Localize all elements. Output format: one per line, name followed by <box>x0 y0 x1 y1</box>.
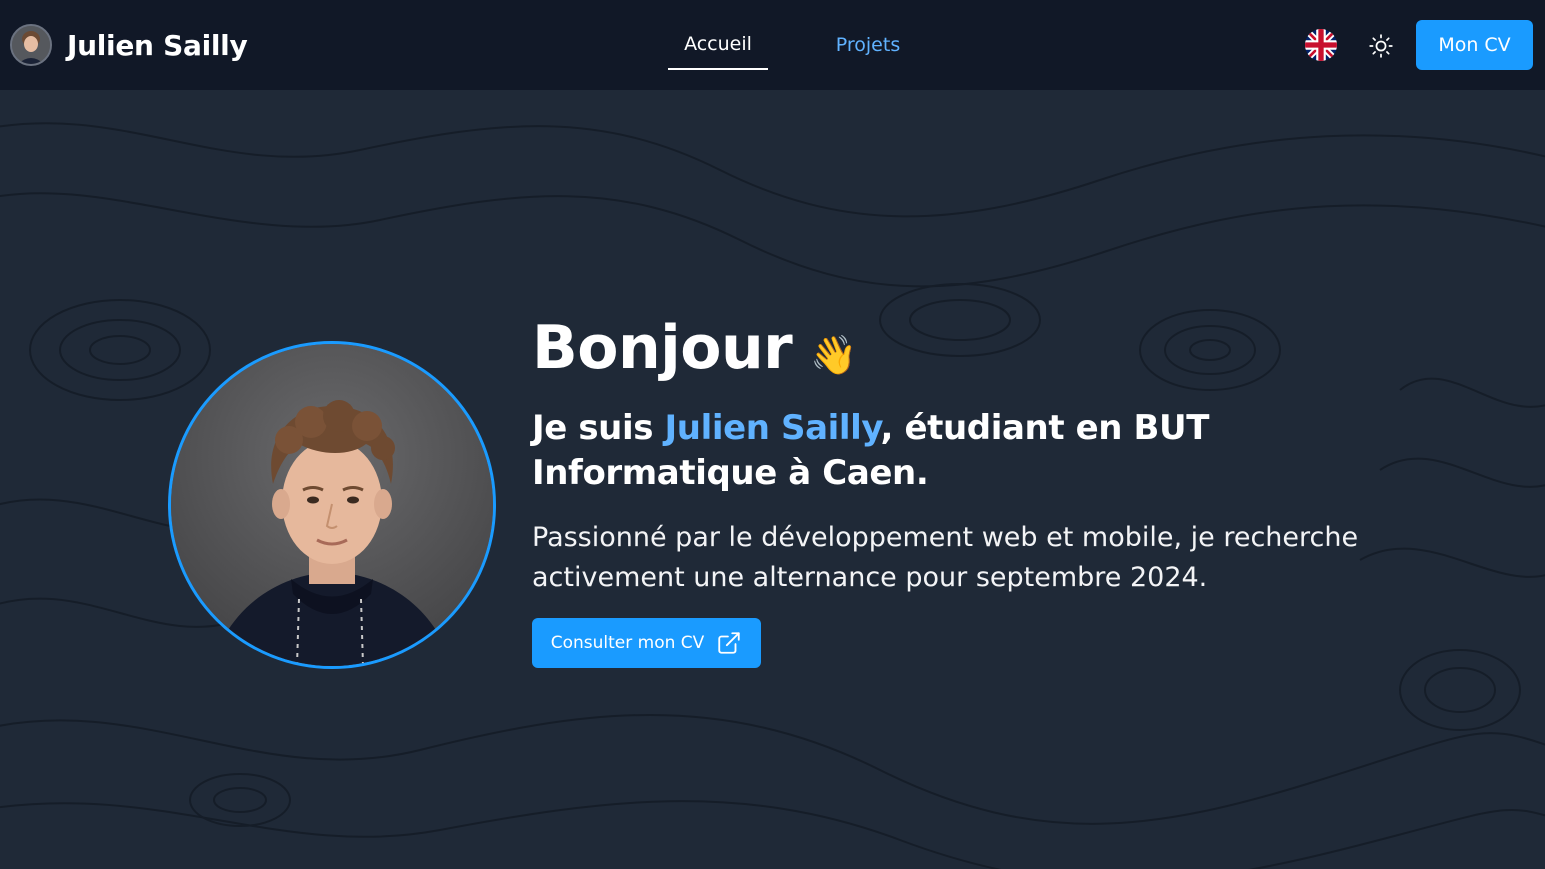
top-navbar: Julien Sailly Accueil Projets Mon CV <box>0 0 1545 90</box>
main-nav: Accueil Projets <box>668 20 918 70</box>
avatar <box>10 24 52 66</box>
mon-cv-button[interactable]: Mon CV <box>1416 20 1533 70</box>
intro-heading: Je suis Julien Sailly, étudiant en BUT I… <box>532 406 1252 496</box>
hero-description: Passionné par le développement web et mo… <box>532 522 1359 593</box>
sun-icon[interactable] <box>1366 31 1396 61</box>
hero-section: Bonjour 👋 Je suis Julien Sailly, étudian… <box>532 300 1432 668</box>
waving-hand-icon: 👋 <box>810 333 858 377</box>
external-link-icon <box>716 630 742 656</box>
nav-item-projets[interactable]: Projets <box>818 20 918 70</box>
greeting-text: Bonjour <box>532 313 793 383</box>
intro-prefix: Je suis <box>532 408 665 448</box>
greeting-heading: Bonjour 👋 <box>532 300 1432 396</box>
intro-name: Julien Sailly <box>664 408 881 448</box>
brand-name: Julien Sailly <box>67 28 248 62</box>
consult-cv-button[interactable]: Consulter mon CV <box>532 618 761 668</box>
uk-flag-icon[interactable] <box>1305 29 1337 61</box>
consult-cv-label: Consulter mon CV <box>550 633 705 653</box>
brand[interactable]: Julien Sailly <box>10 24 248 66</box>
page: Julien Sailly Accueil Projets Mon CV Bon… <box>0 0 1545 869</box>
nav-item-accueil[interactable]: Accueil <box>668 20 768 70</box>
profile-photo <box>168 341 496 669</box>
